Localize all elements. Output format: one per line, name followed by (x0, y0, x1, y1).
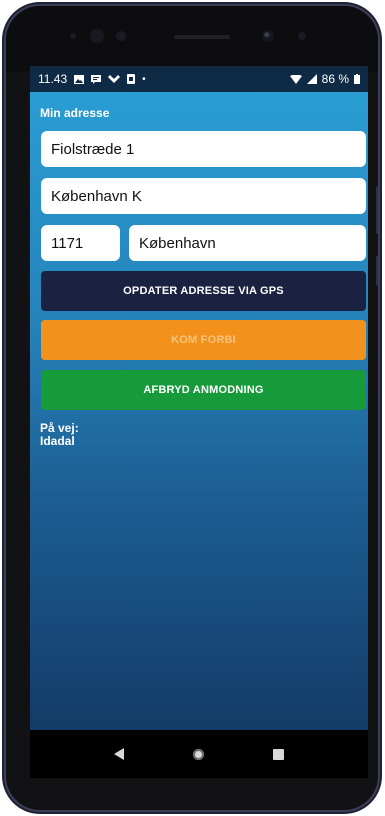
home-icon[interactable] (192, 748, 204, 760)
image-icon (74, 74, 85, 84)
volume-button (376, 186, 378, 234)
sensor-dot-right (298, 32, 306, 40)
navigation-bar (30, 730, 368, 778)
earpiece-speaker (174, 35, 230, 39)
street-field[interactable]: Fiolstræde 1 (41, 131, 366, 167)
address-section-label: Min adresse (40, 106, 110, 120)
app-screen: 11.43 • 86 % Min adresse Fiolstræde 1 Kø… (30, 66, 368, 736)
cancel-request-button[interactable]: AFBRYD ANMODNING (41, 370, 366, 410)
phone-frame: 11.43 • 86 % Min adresse Fiolstræde 1 Kø… (6, 6, 378, 810)
en-route-name: Idadal (40, 434, 75, 448)
postal-code-field[interactable]: 1171 (41, 225, 120, 261)
power-button (376, 256, 378, 286)
come-by-button[interactable]: KOM FORBI (41, 320, 366, 360)
top-bezel (6, 6, 378, 72)
front-sensor (90, 29, 104, 43)
update-address-gps-button[interactable]: OPDATER ADRESSE VIA GPS (41, 271, 366, 311)
status-time: 11.43 (38, 72, 68, 86)
dot-icon: • (142, 73, 146, 85)
message-icon (91, 74, 102, 84)
en-route-info: På vej: Idadal (40, 422, 79, 448)
back-icon[interactable] (114, 748, 125, 760)
sim-icon (127, 74, 136, 84)
assistant-icon (108, 74, 121, 83)
signal-icon (306, 74, 317, 84)
sensor-dot (70, 33, 76, 39)
city-area-field[interactable]: København K (41, 178, 366, 214)
front-camera (262, 30, 274, 42)
city-field[interactable]: København (129, 225, 366, 261)
proximity-sensor (116, 31, 126, 41)
battery-icon (354, 74, 360, 84)
wifi-icon (289, 74, 302, 84)
battery-percent: 86 % (321, 72, 349, 86)
status-bar: 11.43 • 86 % (30, 66, 368, 92)
recent-apps-icon[interactable] (272, 748, 284, 760)
